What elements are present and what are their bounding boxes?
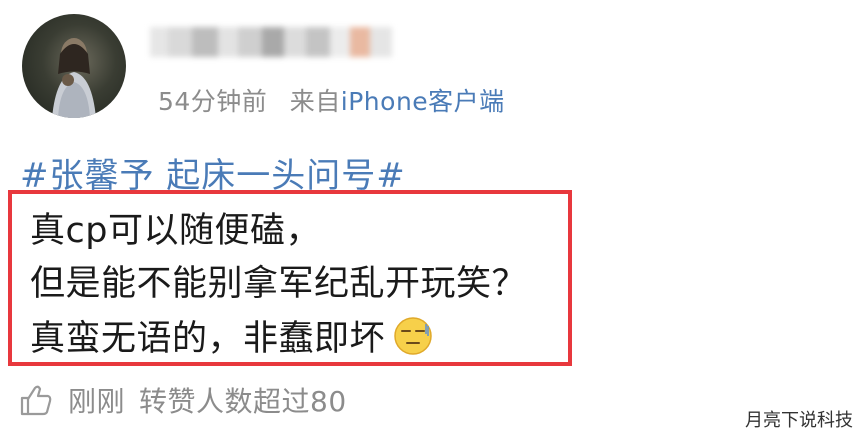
post-text-line-3-text: 真蛮无语的，非蠢即坏 [30,319,386,359]
repost-count: 转赞人数超过80 [139,385,347,418]
avatar-image [52,38,96,118]
source-prefix: 来自 [289,87,341,116]
thumbs-up-icon[interactable] [18,382,54,418]
avatar[interactable] [22,14,126,118]
post-meta: 54分钟前 来自iPhone客户端 [158,82,505,118]
post-source-link[interactable]: iPhone客户端 [341,87,505,116]
post-text-line-2: 但是能不能别拿军纪乱开玩笑？ [30,264,528,304]
speechless-face-emoji-icon [394,316,432,355]
footer-time: 刚刚 [68,385,126,418]
post-footer: 刚刚 转赞人数超过80 [18,380,347,420]
highlighted-post-content: 真cp可以随便磕， 但是能不能别拿军纪乱开玩笑？ 真蛮无语的，非蠢即坏 [8,190,572,366]
username-blurred[interactable] [150,22,392,62]
post-text-line-1: 真cp可以随便磕， [30,211,321,251]
watermark: 月亮下说科技 [745,410,853,431]
post-time: 54分钟前 [158,87,268,116]
post-text-line-3: 真蛮无语的，非蠢即坏 [30,310,433,361]
